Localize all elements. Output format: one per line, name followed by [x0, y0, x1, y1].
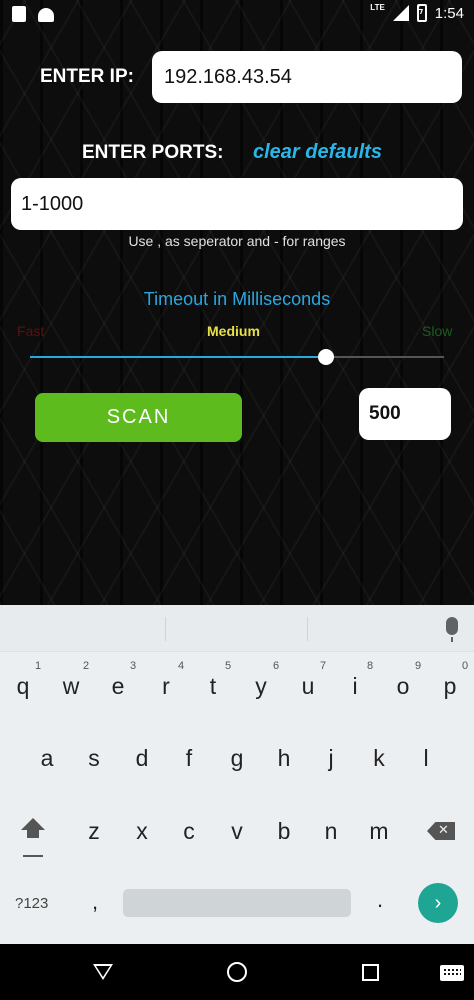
speed-label-slow: Slow [422, 323, 453, 339]
key-hint-number: 3 [129, 660, 137, 672]
status-bar: LTE 1:54 [0, 0, 474, 30]
key-w[interactable]: w [51, 673, 91, 700]
key-z[interactable]: z [74, 818, 114, 845]
microphone-icon[interactable] [446, 617, 458, 642]
scan-button[interactable]: SCAN [35, 393, 242, 442]
period-key[interactable]: . [360, 887, 400, 913]
key-hint-number: 6 [272, 660, 280, 672]
ports-hint: Use , as seperator and - for ranges [128, 233, 346, 249]
key-j[interactable]: j [311, 745, 351, 772]
shift-underline [23, 855, 43, 857]
recent-apps-icon[interactable] [362, 964, 379, 981]
signal-icon [392, 5, 409, 21]
home-icon[interactable] [227, 962, 247, 982]
navigation-bar [0, 944, 474, 1000]
key-a[interactable]: a [27, 745, 67, 772]
timeout-slider[interactable] [30, 349, 444, 365]
suggestion-bar [0, 605, 474, 652]
ports-label: ENTER PORTS: [82, 142, 224, 163]
key-hint-number: 7 [319, 660, 327, 672]
status-left [12, 6, 54, 22]
enter-key[interactable]: › [418, 883, 458, 923]
key-s[interactable]: s [74, 745, 114, 772]
key-hint-number: 4 [177, 660, 185, 672]
slider-thumb[interactable] [318, 349, 334, 365]
timeout-title: Timeout in Milliseconds [143, 289, 331, 309]
timeout-value-input[interactable]: 500 [359, 388, 451, 440]
android-icon [38, 8, 54, 22]
key-q[interactable]: q [3, 673, 43, 700]
network-type: LTE [370, 2, 385, 12]
key-g[interactable]: g [217, 745, 257, 772]
slider-fill [30, 356, 326, 358]
back-icon[interactable] [93, 964, 113, 980]
key-c[interactable]: c [169, 818, 209, 845]
key-h[interactable]: h [264, 745, 304, 772]
key-b[interactable]: b [264, 818, 304, 845]
suggestion-divider [165, 617, 166, 641]
key-m[interactable]: m [359, 818, 399, 845]
key-hint-number: 2 [82, 660, 90, 672]
key-hint-number: 1 [34, 660, 42, 672]
key-x[interactable]: x [122, 818, 162, 845]
key-r[interactable]: r [146, 673, 186, 700]
speed-label-fast: Fast [17, 323, 45, 339]
key-p[interactable]: p [430, 673, 470, 700]
shift-icon[interactable] [21, 818, 45, 842]
symbols-key[interactable]: ?123 [15, 895, 48, 912]
comma-key[interactable]: , [75, 889, 115, 915]
backspace-icon[interactable] [427, 822, 455, 840]
key-hint-number: 0 [461, 660, 469, 672]
ip-label: ENTER IP: [40, 66, 134, 87]
key-n[interactable]: n [311, 818, 351, 845]
key-v[interactable]: v [217, 818, 257, 845]
key-k[interactable]: k [359, 745, 399, 772]
key-e[interactable]: e [98, 673, 138, 700]
speed-label-medium: Medium [207, 323, 260, 339]
key-hint-number: 9 [414, 660, 422, 672]
space-bar[interactable] [123, 889, 351, 917]
keyboard-switch-icon[interactable] [440, 965, 464, 981]
soft-keyboard: ?123 , . › 1q 2w 3e 4r 5t 6y 7u 8i 9o 0p asdfghjkl… [0, 605, 474, 944]
suggestion-divider [307, 617, 308, 641]
key-t[interactable]: t [193, 673, 233, 700]
key-hint-number: 5 [224, 660, 232, 672]
key-o[interactable]: o [383, 673, 423, 700]
key-hint-number: 8 [366, 660, 374, 672]
key-d[interactable]: d [122, 745, 162, 772]
ports-input[interactable]: 1-1000 [11, 178, 463, 230]
status-right: LTE 1:54 [370, 2, 464, 22]
clear-defaults-link[interactable]: clear defaults [253, 141, 382, 164]
key-i[interactable]: i [335, 673, 375, 700]
status-time: 1:54 [434, 4, 464, 22]
key-y[interactable]: y [241, 673, 281, 700]
sd-card-icon [12, 6, 26, 22]
key-f[interactable]: f [169, 745, 209, 772]
battery-charging-icon [416, 3, 427, 22]
key-l[interactable]: l [406, 745, 446, 772]
key-u[interactable]: u [288, 673, 328, 700]
ip-input[interactable]: 192.168.43.54 [152, 51, 462, 103]
